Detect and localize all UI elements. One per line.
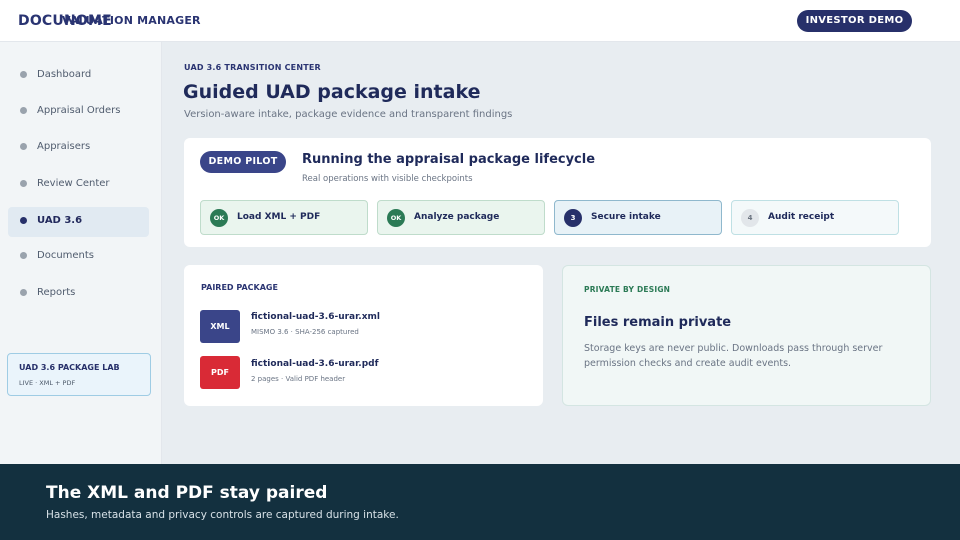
step-load-xml-pdf[interactable]: OK Load XML + PDF [200,200,368,235]
lifecycle-card: DEMO PILOT Running the appraisal package… [184,138,931,247]
step-analyze-package[interactable]: OK Analyze package [377,200,545,235]
page-title: Guided UAD package intake [183,81,481,103]
app-title: VALUATION MANAGER [62,14,201,27]
step-number-badge: 4 [741,209,759,227]
caption-title: The XML and PDF stay paired [46,483,328,503]
caption-subtitle: Hashes, metadata and privacy controls ar… [46,509,399,521]
section-eyebrow: UAD 3.6 TRANSITION CENTER [184,63,321,72]
lifecycle-title: Running the appraisal package lifecycle [302,152,596,167]
xml-file-name[interactable]: fictional-uad-3.6-urar.xml [251,312,380,322]
bullet-icon [20,71,27,78]
privacy-eyebrow: PRIVATE BY DESIGN [584,285,671,294]
xml-file-icon: XML [200,310,240,343]
sidebar-item-label: Documents [37,250,95,261]
sidebar-item-label: UAD 3.6 [37,215,83,226]
bullet-icon [20,107,27,114]
bullet-icon [20,289,27,296]
sidebar-item-label: Appraisers [37,141,91,152]
paired-package-card: PAIRED PACKAGE XML fictional-uad-3.6-ura… [184,265,543,406]
sidebar-item-label: Review Center [37,178,110,189]
check-ok-icon: OK [387,209,405,227]
lifecycle-subtitle: Real operations with visible checkpoints [302,174,473,184]
investor-demo-button[interactable]: INVESTOR DEMO [797,10,912,32]
privacy-card: PRIVATE BY DESIGN Files remain private S… [562,265,931,406]
sidebar-item-appraisal-orders[interactable]: Appraisal Orders [8,97,149,127]
xml-file-meta: MISMO 3.6 · SHA-256 captured [251,328,359,336]
privacy-description: Storage keys are never public. Downloads… [584,343,883,369]
caption-banner: The XML and PDF stay paired Hashes, meta… [0,464,960,540]
pdf-file-icon: PDF [200,356,240,389]
sidebar-item-dashboard[interactable]: Dashboard [8,61,149,91]
step-secure-intake[interactable]: 3 Secure intake [554,200,722,235]
sidebar-item-label: Dashboard [37,69,92,80]
bullet-icon [20,217,27,224]
sidebar-item-uad-3-6[interactable]: UAD 3.6 [8,207,149,237]
step-number-badge: 3 [564,209,582,227]
step-label: Secure intake [591,212,661,222]
step-label: Analyze package [414,212,500,222]
sidebar-item-appraisers[interactable]: Appraisers [8,133,149,163]
top-bar: DOCUNOME VALUATION MANAGER INVESTOR DEMO [0,0,960,42]
sidebar-item-review-center[interactable]: Review Center [8,170,149,200]
page-subtitle: Version-aware intake, package evidence a… [184,109,513,120]
paired-package-heading: PAIRED PACKAGE [201,283,278,292]
pdf-file-name[interactable]: fictional-uad-3.6-urar.pdf [251,359,379,369]
step-label: Audit receipt [768,212,835,222]
privacy-title: Files remain private [584,315,732,330]
package-lab-subtitle: LIVE · XML + PDF [19,379,76,387]
bullet-icon [20,252,27,259]
sidebar-item-documents[interactable]: Documents [8,242,149,272]
check-ok-icon: OK [210,209,228,227]
step-audit-receipt[interactable]: 4 Audit receipt [731,200,899,235]
sidebar-item-reports[interactable]: Reports [8,279,149,309]
bullet-icon [20,180,27,187]
pdf-file-meta: 2 pages · Valid PDF header [251,375,346,383]
demo-pilot-badge: DEMO PILOT [200,151,286,173]
package-lab-card[interactable]: UAD 3.6 PACKAGE LAB LIVE · XML + PDF [7,353,151,396]
sidebar-item-label: Appraisal Orders [37,105,121,116]
sidebar: Dashboard Appraisal Orders Appraisers Re… [0,42,162,464]
step-label: Load XML + PDF [237,212,321,222]
sidebar-item-label: Reports [37,287,76,298]
package-lab-title: UAD 3.6 PACKAGE LAB [19,363,120,372]
bullet-icon [20,143,27,150]
